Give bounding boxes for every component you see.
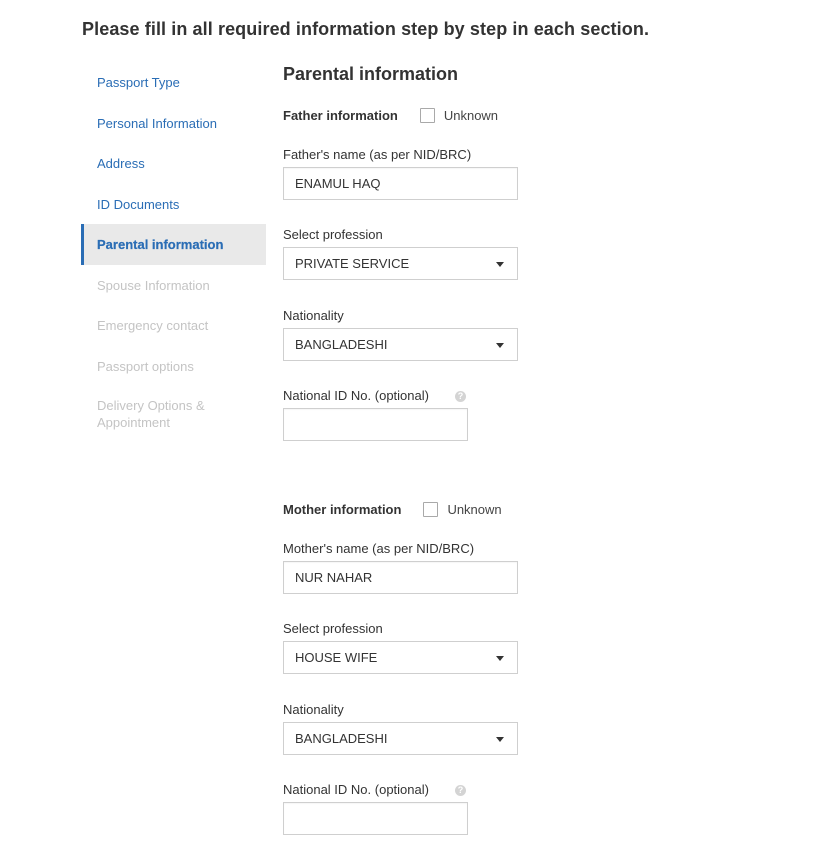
mother-unknown-checkbox[interactable] <box>423 502 439 517</box>
mother-name-input[interactable]: NUR NAHAR <box>283 561 518 594</box>
mother-profession-label: Select profession <box>283 621 383 636</box>
sidebar-item-label: Spouse Information <box>97 277 210 293</box>
chevron-down-icon <box>496 656 504 661</box>
sidebar-item-emergency-contact: Emergency contact <box>81 305 266 346</box>
mother-nid-input[interactable] <box>283 802 468 835</box>
mother-name-value: NUR NAHAR <box>295 570 373 585</box>
section-title: Parental information <box>283 64 459 84</box>
sidebar-item-passport-options: Passport options <box>81 346 266 387</box>
sidebar-item-label: ID Documents <box>97 196 180 212</box>
sidebar-item-label: Delivery Options & Appointment <box>97 398 205 430</box>
mother-name-label: Mother's name (as per NID/BRC) <box>283 541 475 556</box>
mother-nationality-label: Nationality <box>283 702 344 717</box>
chevron-down-icon <box>496 262 504 267</box>
sidebar-item-label: Address <box>97 156 145 171</box>
help-icon[interactable]: ? <box>455 391 466 402</box>
sidebar-item-id-documents[interactable]: ID Documents <box>81 184 266 225</box>
mother-information-title: Mother information <box>283 502 402 517</box>
sidebar-item-label: Passport Type <box>97 75 180 90</box>
mother-nationality-value: BANGLADESHI <box>295 731 388 746</box>
page-heading: Please fill in all required information … <box>82 19 650 39</box>
mother-nationality-select[interactable]: BANGLADESHI <box>283 722 518 755</box>
sidebar-item-passport-type[interactable]: Passport Type <box>81 62 266 103</box>
father-unknown-label[interactable]: Unknown <box>444 108 498 123</box>
chevron-down-icon <box>496 343 504 348</box>
mother-unknown-label[interactable]: Unknown <box>447 502 501 517</box>
father-profession-value: PRIVATE SERVICE <box>295 256 410 271</box>
father-information-header: Father information Unknown <box>283 108 498 123</box>
mother-information-header: Mother information Unknown <box>283 502 502 517</box>
mother-profession-select[interactable]: HOUSE WIFE <box>283 641 518 674</box>
help-icon[interactable]: ? <box>455 785 466 796</box>
father-information-title: Father information <box>283 108 398 123</box>
father-name-value: ENAMUL HAQ <box>295 176 381 191</box>
father-nid-input[interactable] <box>283 408 468 441</box>
father-unknown-checkbox[interactable] <box>419 108 435 123</box>
sidebar-item-label: Parental information <box>97 237 224 252</box>
sidebar-item-parental-information[interactable]: Parental information <box>81 224 266 265</box>
father-profession-select[interactable]: PRIVATE SERVICE <box>283 247 518 280</box>
father-nationality-value: BANGLADESHI <box>295 337 388 352</box>
sidebar-item-address[interactable]: Address <box>81 143 266 184</box>
sidebar-item-label: Emergency contact <box>97 318 209 333</box>
mother-profession-value: HOUSE WIFE <box>295 650 378 665</box>
father-profession-label: Select profession <box>283 227 383 242</box>
sidebar-item-delivery-options: Delivery Options & Appointment <box>81 386 221 431</box>
father-nationality-label: Nationality <box>283 308 344 323</box>
sidebar-nav: Passport Type Personal Information Addre… <box>81 62 266 431</box>
father-name-label: Father's name (as per NID/BRC) <box>283 147 472 162</box>
sidebar-item-label: Personal Information <box>97 115 217 131</box>
father-name-input[interactable]: ENAMUL HAQ <box>283 167 518 200</box>
mother-nid-label: National ID No. (optional) <box>283 782 429 797</box>
sidebar-item-spouse-information: Spouse Information <box>81 265 266 306</box>
chevron-down-icon <box>496 737 504 742</box>
father-nationality-select[interactable]: BANGLADESHI <box>283 328 518 361</box>
sidebar-item-personal-information[interactable]: Personal Information <box>81 103 266 144</box>
sidebar-item-label: Passport options <box>97 358 194 374</box>
father-nid-label: National ID No. (optional) <box>283 388 429 403</box>
